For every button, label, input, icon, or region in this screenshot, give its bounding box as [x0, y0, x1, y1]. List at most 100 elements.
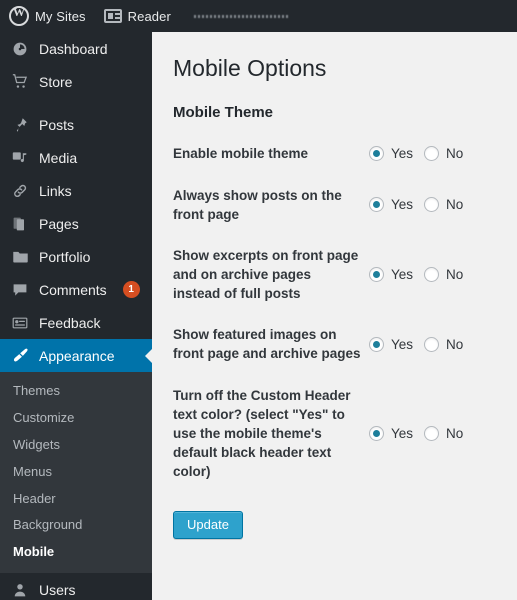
radio-no-turn-off-custom-header[interactable]: No [424, 426, 474, 442]
sidebar-item-label: Feedback [39, 314, 101, 331]
appearance-submenu: Themes Customize Widgets Menus Header Ba… [0, 372, 152, 574]
sidebar-item-label: Portfolio [39, 248, 91, 265]
sidebar-item-users[interactable]: Users [0, 573, 152, 600]
sidebar-item-pages[interactable]: Pages [0, 207, 152, 240]
radio-yes-input[interactable] [369, 146, 384, 162]
option-radio-group: Yes No [369, 267, 474, 283]
sidebar-item-label: Links [39, 182, 72, 199]
option-row-always-show-posts: Always show posts on the front page Yes … [173, 186, 495, 224]
radio-no-label[interactable]: No [446, 337, 463, 352]
option-radio-group: Yes No [369, 197, 474, 213]
radio-no-input[interactable] [424, 267, 440, 283]
radio-yes-input[interactable] [369, 336, 384, 352]
sidebar-item-appearance[interactable]: Appearance [0, 339, 153, 372]
submenu-item-widgets[interactable]: Widgets [0, 432, 152, 459]
users-icon [10, 580, 30, 600]
page-title: Mobile Options [173, 55, 327, 81]
sidebar-item-label: Media [39, 149, 78, 166]
radio-no-always-show-posts[interactable]: No [424, 197, 474, 213]
cart-icon [10, 72, 30, 92]
radio-no-input[interactable] [424, 146, 440, 162]
sidebar-item-label: Posts [39, 116, 75, 133]
radio-yes-input[interactable] [369, 197, 384, 213]
admin-bar-reader[interactable]: Reader [95, 0, 180, 32]
option-label: Show excerpts on front page and on archi… [173, 247, 359, 302]
comment-icon [10, 280, 30, 300]
submenu-item-themes[interactable]: Themes [0, 378, 152, 405]
radio-yes-enable-mobile-theme[interactable]: Yes [369, 146, 424, 162]
pin-icon [10, 115, 30, 135]
radio-yes-label[interactable]: Yes [391, 146, 413, 161]
radio-no-input[interactable] [424, 426, 440, 442]
radio-no-enable-mobile-theme[interactable]: No [424, 146, 474, 162]
radio-yes-label[interactable]: Yes [391, 197, 413, 212]
radio-yes-turn-off-custom-header[interactable]: Yes [369, 426, 424, 442]
wordpress-admin-screen: My Sites Reader Dashboard Store Posts [0, 0, 517, 600]
radio-no-input[interactable] [424, 197, 440, 213]
submenu-item-mobile[interactable]: Mobile [0, 539, 152, 566]
radio-yes-label[interactable]: Yes [391, 267, 413, 282]
radio-no-label[interactable]: No [446, 267, 463, 282]
option-label: Turn off the Custom Header text color? (… [173, 387, 351, 480]
sidebar-item-posts[interactable]: Posts [0, 108, 152, 141]
admin-bar: My Sites Reader [0, 0, 517, 32]
sidebar-item-label: Store [39, 73, 73, 90]
option-radio-group: Yes No [369, 336, 474, 352]
my-sites-label: My Sites [35, 8, 86, 24]
admin-sidebar-menu: Dashboard Store Posts Media Links Pages … [0, 32, 153, 600]
submenu-item-background[interactable]: Background [0, 512, 152, 539]
option-row-show-featured-images: Show featured images on front page and a… [173, 325, 495, 363]
sidebar-item-comments[interactable]: Comments 1 [0, 273, 152, 306]
sidebar-item-dashboard[interactable]: Dashboard [0, 32, 152, 65]
option-label: Enable mobile theme [173, 146, 309, 162]
option-row-turn-off-custom-header-text-color: Turn off the Custom Header text color? (… [173, 386, 495, 482]
option-row-enable-mobile-theme: Enable mobile theme Yes No [173, 144, 495, 163]
radio-no-input[interactable] [424, 336, 440, 352]
sidebar-item-label: Pages [39, 215, 79, 232]
option-radio-group: Yes No [369, 146, 474, 162]
feedback-icon [10, 313, 30, 333]
radio-no-label[interactable]: No [446, 426, 463, 441]
option-label: Always show posts on the front page [173, 187, 342, 222]
radio-yes-input[interactable] [369, 267, 384, 283]
appearance-brush-icon [10, 346, 30, 366]
sidebar-item-label: Dashboard [39, 40, 108, 57]
sidebar-item-store[interactable]: Store [0, 65, 152, 98]
reader-feed-icon [103, 9, 122, 23]
main-content: Mobile Options Mobile Theme Enable mobil… [152, 32, 517, 600]
dashboard-icon [10, 39, 30, 59]
radio-no-show-featured-images[interactable]: No [424, 336, 474, 352]
pages-icon [10, 214, 30, 234]
sidebar-item-label: Comments [39, 281, 107, 298]
radio-yes-always-show-posts[interactable]: Yes [369, 197, 424, 213]
option-row-show-excerpts: Show excerpts on front page and on archi… [173, 246, 495, 303]
radio-no-label[interactable]: No [446, 146, 463, 161]
submenu-item-customize[interactable]: Customize [0, 405, 152, 432]
radio-yes-show-excerpts[interactable]: Yes [369, 267, 424, 283]
comments-count-badge: 1 [122, 281, 140, 298]
option-radio-group: Yes No [369, 426, 474, 442]
section-title: Mobile Theme [173, 103, 274, 121]
submenu-item-header[interactable]: Header [0, 486, 152, 513]
option-label: Show featured images on front page and a… [173, 327, 361, 362]
update-button[interactable]: Update [173, 511, 243, 540]
radio-yes-show-featured-images[interactable]: Yes [369, 336, 424, 352]
sidebar-item-label: Appearance [39, 347, 115, 364]
radio-no-label[interactable]: No [446, 197, 463, 212]
sidebar-item-label: Users [39, 581, 76, 598]
radio-yes-label[interactable]: Yes [391, 337, 413, 352]
submenu-item-menus[interactable]: Menus [0, 459, 152, 486]
admin-bar-my-sites[interactable]: My Sites [0, 0, 95, 32]
radio-yes-input[interactable] [369, 426, 384, 442]
sidebar-item-feedback[interactable]: Feedback [0, 306, 152, 339]
radio-yes-label[interactable]: Yes [391, 426, 413, 441]
portfolio-icon [10, 247, 30, 267]
sidebar-item-media[interactable]: Media [0, 141, 152, 174]
sidebar-item-portfolio[interactable]: Portfolio [0, 240, 152, 273]
admin-bar-redacted-site-name [193, 14, 290, 18]
media-icon [10, 148, 30, 168]
sidebar-item-links[interactable]: Links [0, 174, 152, 207]
reader-label: Reader [127, 8, 171, 24]
wordpress-logo-icon [9, 5, 29, 26]
radio-no-show-excerpts[interactable]: No [424, 267, 474, 283]
